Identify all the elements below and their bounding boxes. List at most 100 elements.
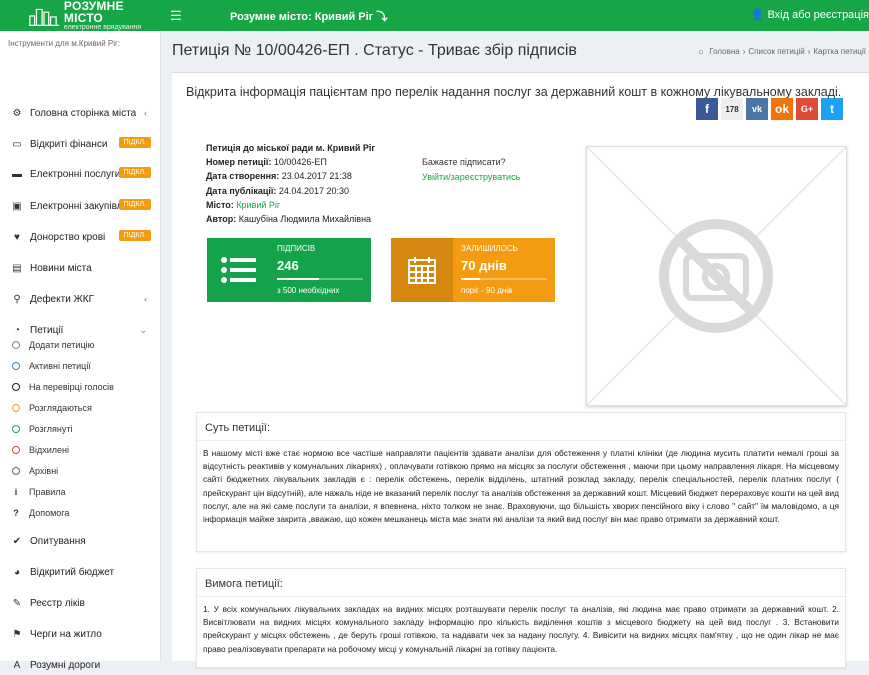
petitions-subitem-2[interactable]: На перевірці голосів bbox=[0, 378, 161, 396]
sidebar-bottom-item-0[interactable]: ✔ Опитування bbox=[0, 531, 161, 551]
sidebar-item-5[interactable]: ▤ Новини міста bbox=[0, 258, 161, 278]
breadcrumb-current: Картка петиції bbox=[813, 47, 866, 56]
subitem-label: Додати петицію bbox=[29, 340, 95, 350]
status-circle-icon bbox=[12, 425, 20, 433]
sidebar-icon: ▤ bbox=[12, 262, 22, 274]
status-circle-icon bbox=[12, 404, 20, 412]
calendar-icon bbox=[391, 238, 453, 302]
published-label: Дата публікації: bbox=[206, 185, 277, 196]
list-icon bbox=[207, 238, 269, 302]
created-label: Дата створення: bbox=[206, 171, 280, 182]
google-plus-icon[interactable]: G+ bbox=[796, 98, 818, 120]
petitions-subitem-1[interactable]: Активні петиції bbox=[0, 357, 161, 375]
badge-connect: ПІДКЛ. bbox=[118, 199, 151, 210]
city-selector[interactable]: Розумне місто: Кривий Ріг ⤵ bbox=[230, 8, 387, 24]
sidebar-item-label: Відкритий бюджет bbox=[30, 566, 115, 578]
subitem-label: Правила bbox=[29, 487, 66, 497]
sidebar-item-2[interactable]: ▬ Електронні послуги ПІДКЛ. bbox=[0, 164, 161, 184]
city-label: Місто: bbox=[206, 199, 234, 210]
status-circle-icon: ? bbox=[13, 508, 19, 518]
petitions-subitem-8[interactable]: ? Допомога bbox=[0, 504, 161, 522]
sidebar-item-4[interactable]: ♥ Донорство крові ПІДКЛ. bbox=[0, 227, 161, 247]
petition-number: 10/00426-ЕП bbox=[273, 157, 327, 168]
status-circle-icon: i bbox=[14, 487, 18, 497]
sidebar-item-1[interactable]: ▭ Відкриті фінанси ПІДКЛ. bbox=[0, 134, 161, 154]
sidebar-bottom-item-3[interactable]: ⚑ Черги на житло bbox=[0, 624, 161, 644]
author-name: Кашубіна Людмила Михайлівна bbox=[238, 214, 372, 225]
sidebar-item-label: Електронні послуги bbox=[30, 168, 121, 180]
petitions-subitem-5[interactable]: Відхилені bbox=[0, 441, 161, 459]
sidebar-icon: ⚙ bbox=[12, 107, 22, 119]
no-photo-icon bbox=[586, 146, 847, 406]
login-link[interactable]: 👤 Вхід або реєстрація bbox=[751, 8, 869, 21]
signatures-label: ПІДПИСІВ bbox=[277, 244, 316, 253]
city-link[interactable]: Кривий Ріг bbox=[236, 200, 280, 210]
signatures-progress-fill bbox=[277, 278, 320, 280]
breadcrumb-home[interactable]: Головна bbox=[709, 47, 739, 56]
sidebar-heading: Інструменти для м.Кривий Ріг: bbox=[8, 39, 121, 48]
odnoklassniki-icon[interactable]: ok bbox=[771, 98, 793, 120]
signatures-count: 246 bbox=[277, 258, 299, 273]
sidebar-icon: ♥ bbox=[14, 231, 20, 243]
sidebar-item-label: Новини міста bbox=[30, 262, 92, 274]
sidebar-item-6[interactable]: ⚲ Дефекти ЖКГ ‹ bbox=[0, 289, 161, 309]
essence-title: Суть петиції: bbox=[197, 413, 845, 441]
badge-connect: ПІДКЛ. bbox=[118, 230, 151, 241]
sidebar-bottom-item-1[interactable]: ◕ Відкритий бюджет bbox=[0, 562, 161, 582]
remaining-progress bbox=[461, 278, 547, 280]
logo-title: РОЗУМНЕ МІСТО bbox=[63, 0, 124, 25]
breadcrumb-petitions[interactable]: Список петицій bbox=[748, 47, 804, 56]
subitem-label: Відхилені bbox=[29, 445, 70, 455]
sidebar-icon: ⚑ bbox=[12, 628, 22, 640]
sidebar-icon: ▬ bbox=[12, 168, 22, 180]
petitions-subitem-3[interactable]: Розглядаються bbox=[0, 399, 161, 417]
sidebar-item-label: Розумні дороги bbox=[30, 659, 101, 671]
badge-connect: ПІДКЛ. bbox=[118, 167, 151, 178]
status-circle-icon bbox=[12, 341, 20, 349]
sidebar-item-label: Головна сторінка міста bbox=[30, 107, 137, 119]
sidebar-item-label: Відкриті фінанси bbox=[30, 138, 108, 150]
remaining-days: 70 днів bbox=[461, 258, 507, 273]
share-count: 178 bbox=[721, 98, 743, 120]
status-circle-icon bbox=[12, 362, 20, 370]
login-register-link[interactable]: Увійти/зареєструватись bbox=[422, 170, 520, 185]
signatures-widget: ПІДПИСІВ 246 з 500 необхідних bbox=[207, 238, 371, 302]
chevron-icon: ‹ bbox=[144, 294, 147, 304]
menu-toggle-icon[interactable]: ☰ bbox=[170, 8, 182, 24]
remaining-widget: ЗАЛИШИЛОСЬ 70 днів поріг - 90 днів bbox=[391, 238, 555, 302]
sidebar-icon: ▭ bbox=[12, 138, 22, 150]
sidebar-item-label: Дефекти ЖКГ bbox=[30, 293, 95, 305]
sidebar-item-label: Реєстр ліків bbox=[30, 597, 85, 609]
petition-demand-section: Вимога петиції: 1. У всіх комунальних лі… bbox=[196, 568, 846, 668]
petitions-subitem-4[interactable]: Розглянуті bbox=[0, 420, 161, 438]
subitem-label: На перевірці голосів bbox=[29, 382, 114, 392]
subitem-label: Активні петиції bbox=[29, 361, 91, 371]
sidebar-item-label: Опитування bbox=[30, 535, 86, 547]
site-logo[interactable]: РОЗУМНЕ МІСТО електронне врядування bbox=[0, 0, 160, 31]
sidebar-item-label: Донорство крові bbox=[30, 231, 106, 243]
petition-card: Відкрита інформація пацієнтам про перелі… bbox=[172, 72, 869, 668]
sidebar-bottom-item-4[interactable]: A Розумні дороги bbox=[0, 655, 161, 675]
home-icon: ⌂ bbox=[698, 47, 704, 56]
petitions-subitem-6[interactable]: Архівні bbox=[0, 462, 161, 480]
sidebar-bottom-item-2[interactable]: ✎ Реєстр ліків bbox=[0, 593, 161, 613]
badge-connect: ПІДКЛ. bbox=[118, 137, 151, 148]
twitter-icon[interactable]: t bbox=[821, 98, 843, 120]
status-circle-icon bbox=[12, 383, 20, 391]
petition-addressee: Петиція до міської ради м. Кривий Ріг bbox=[206, 143, 376, 153]
sidebar-item-3[interactable]: ▣ Електронні закупівлі ПІДКЛ. bbox=[0, 196, 161, 216]
sidebar-icon: ✎ bbox=[12, 597, 22, 609]
chevron-icon: ⌄ bbox=[139, 324, 147, 335]
sidebar-item-label: Електронні закупівлі bbox=[30, 200, 125, 212]
petitions-subitem-7[interactable]: i Правила bbox=[0, 483, 161, 501]
sidebar-item-0[interactable]: ⚙ Головна сторінка міста ‹ bbox=[0, 103, 161, 123]
vk-icon[interactable]: vk bbox=[746, 98, 768, 120]
number-label: Номер петиції: bbox=[206, 157, 272, 168]
status-circle-icon bbox=[12, 467, 20, 475]
remaining-label: ЗАЛИШИЛОСЬ bbox=[461, 244, 518, 253]
facebook-icon[interactable]: f bbox=[696, 98, 718, 120]
status-circle-icon bbox=[12, 446, 20, 454]
petitions-subitem-0[interactable]: Додати петицію bbox=[0, 336, 161, 354]
petition-image-placeholder bbox=[586, 146, 847, 406]
petition-title: Відкрита інформація пацієнтам про перелі… bbox=[186, 85, 842, 99]
